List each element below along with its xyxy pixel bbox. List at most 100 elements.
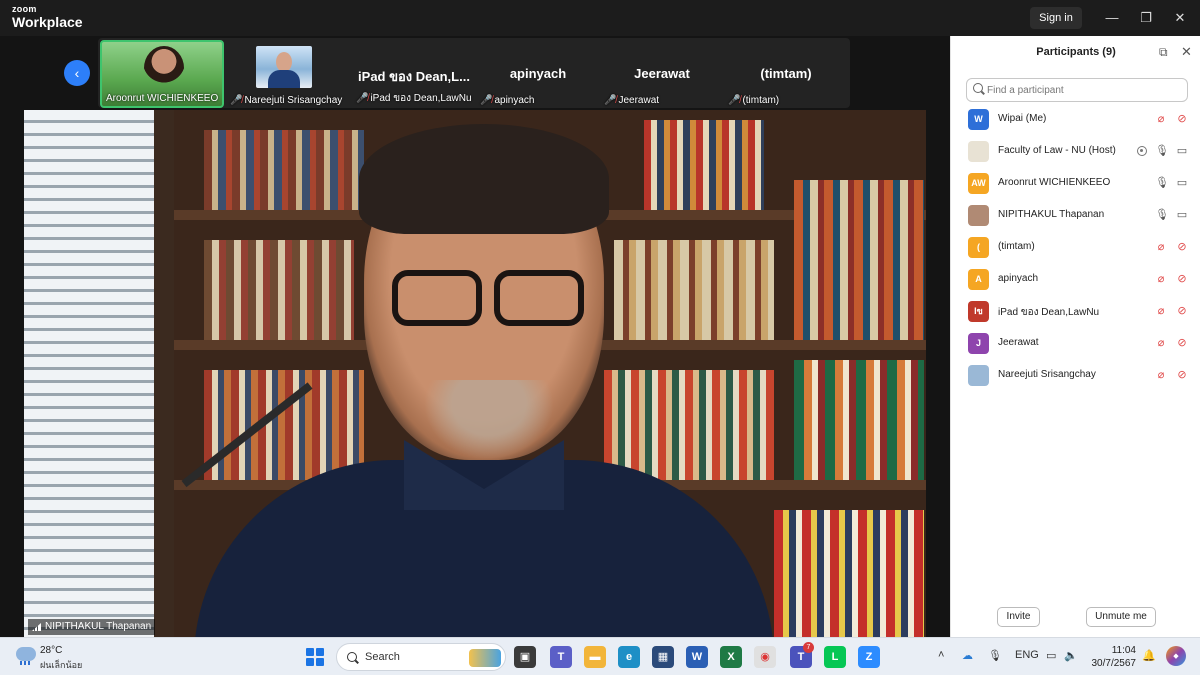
close-panel-icon[interactable]: ✕	[1181, 44, 1192, 60]
logo-big-text: Workplace	[12, 14, 83, 30]
signal-strength-icon	[32, 623, 41, 631]
mic-off-icon: 🎤̸	[356, 93, 369, 104]
participant-row[interactable]: J Jeerawat ⌀ ⊘	[951, 328, 1200, 360]
copilot-icon[interactable]: ◆	[1166, 646, 1186, 666]
weather-description[interactable]: ฝนเล็กน้อย	[40, 658, 82, 672]
participant-avatar: A	[968, 269, 989, 290]
edge-browser-icon[interactable]: e	[618, 646, 640, 668]
video-strip: Aroonrut WICHIENKEEO 🎤̸ Nareejuti Srisang…	[98, 38, 850, 108]
video-area: ‹ Aroonrut WICHIENKEEO 🎤̸ Nareejuti Srisa…	[0, 36, 950, 637]
tile-label: 🎤̸ (timtam)	[728, 95, 779, 106]
input-language[interactable]: ENG	[1015, 649, 1039, 661]
excel-icon[interactable]: X	[720, 646, 742, 668]
network-icon[interactable]: ▭	[1046, 649, 1056, 662]
zoom-app-icon[interactable]: Z	[858, 646, 880, 668]
file-explorer-icon[interactable]: ▬	[584, 646, 606, 668]
tile-label: Aroonrut WICHIENKEEO	[106, 93, 218, 104]
participant-row[interactable]: AW Aroonrut WICHIENKEEO 🎙 ▭	[951, 168, 1200, 200]
participant-row[interactable]: W Wipai (Me) ⌀ ⊘	[951, 104, 1200, 136]
pop-out-icon[interactable]: ⧉	[1159, 45, 1168, 60]
participant-row[interactable]: Nareejuti Srisangchay ⌀ ⊘	[951, 360, 1200, 392]
clock-time: 11:04	[1111, 645, 1136, 656]
chevron-left-icon: ‹	[74, 65, 80, 81]
mic-off-icon: 🎤̸	[604, 95, 617, 106]
video-tile[interactable]: iPad ของ Dean,L... 🎤̸ iPad ของ Dean,LawNu	[352, 40, 476, 108]
search-icon	[973, 83, 983, 93]
participant-status-icons: ⌀ ⊘	[1155, 112, 1189, 126]
participant-status-icons: ⌀ ⊘	[1155, 240, 1189, 254]
mic-off-icon: ⌀	[1157, 337, 1165, 349]
video-tile[interactable]: (timtam) 🎤̸ (timtam)	[724, 40, 848, 108]
taskbar-search-box[interactable]: Search	[336, 643, 506, 671]
mic-on-icon: 🎙	[1155, 177, 1169, 189]
onedrive-cloud-icon[interactable]: ☁	[962, 649, 973, 662]
camera-off-icon: ⊘	[1177, 337, 1187, 349]
video-tile[interactable]: 🎤̸ Nareejuti Srisangchay	[226, 40, 350, 108]
video-tile[interactable]: Jeerawat 🎤̸ Jeerawat	[600, 40, 724, 108]
participant-search-input[interactable]	[966, 78, 1188, 102]
close-window-button[interactable]: ✕	[1168, 6, 1192, 30]
tile-display-name: iPad ของ Dean,L...	[358, 69, 470, 84]
clock-date: 30/7/2567	[1091, 658, 1137, 669]
participant-row[interactable]: Iข iPad ของ Dean,LawNu ⌀ ⊘	[951, 296, 1200, 328]
sign-in-button[interactable]: Sign in	[1030, 7, 1082, 29]
tile-label: 🎤̸ apinyach	[480, 95, 534, 106]
tile-label: 🎤̸ Nareejuti Srisangchay	[230, 95, 342, 106]
rain-cloud-icon[interactable]	[16, 647, 36, 665]
maximize-button[interactable]: ❐	[1134, 6, 1158, 30]
participant-name: iPad ของ Dean,LawNu	[998, 307, 1100, 318]
mic-on-icon: 🎙	[1155, 209, 1169, 221]
logo-small-text: zoom	[12, 4, 37, 14]
video-tile[interactable]: Aroonrut WICHIENKEEO	[100, 40, 224, 108]
camera-off-icon: ⊘	[1177, 305, 1187, 317]
weather-temperature[interactable]: 28°C	[40, 645, 62, 656]
line-app-icon[interactable]: L	[824, 646, 846, 668]
windows-start-icon[interactable]	[306, 648, 324, 666]
teams-chat-icon[interactable]: T	[550, 646, 572, 668]
participant-row[interactable]: ((timtam) ⌀ ⊘	[951, 232, 1200, 264]
camera-on-icon: ▭	[1176, 209, 1188, 221]
unmute-me-button[interactable]: Unmute me	[1086, 607, 1156, 627]
taskbar-clock[interactable]: 11:04 30/7/2567	[1090, 644, 1137, 670]
show-hidden-icons-chevron-up-icon[interactable]: ˄	[938, 649, 944, 661]
participant-row[interactable]: NIPITHAKUL Thapanan 🎙 ▭	[951, 200, 1200, 232]
participant-status-icons: 🎙 ▭	[1155, 176, 1189, 190]
mic-off-icon: ⌀	[1157, 273, 1165, 285]
participant-avatar: J	[968, 333, 989, 354]
participant-avatar: Iข	[968, 301, 989, 322]
participant-avatar: (	[968, 237, 989, 258]
tile-name: apinyach	[494, 95, 535, 106]
participant-status-icons: ⌀ ⊘	[1155, 336, 1189, 350]
notification-bell-icon[interactable]: 🔔	[1142, 649, 1156, 662]
participant-row[interactable]: Aapinyach ⌀ ⊘	[951, 264, 1200, 296]
word-icon[interactable]: W	[686, 646, 708, 668]
mic-on-icon: 🎙	[1155, 145, 1169, 157]
microphone-icon[interactable]: 🎙	[988, 649, 1002, 662]
participant-video	[144, 46, 184, 90]
search-icon	[347, 652, 357, 662]
previous-page-button[interactable]: ‹	[64, 60, 90, 86]
tile-label: 🎤̸ Jeerawat	[604, 95, 659, 106]
taskbar-search-label: Search	[365, 651, 400, 663]
participant-name: Aroonrut WICHIENKEEO	[998, 177, 1111, 188]
mic-off-icon: ⌀	[1157, 113, 1165, 125]
mic-off-icon: ⌀	[1157, 369, 1165, 381]
task-view-icon[interactable]: ▣	[514, 646, 536, 668]
chrome-icon[interactable]: ◉	[754, 646, 776, 668]
invite-button[interactable]: Invite	[997, 607, 1040, 627]
tile-name: Jeerawat	[618, 95, 660, 106]
participant-name: Faculty of Law - NU (Host)	[998, 145, 1116, 156]
volume-icon[interactable]: 🔈	[1064, 649, 1078, 662]
video-tile[interactable]: apinyach 🎤̸ apinyach	[476, 40, 600, 108]
microsoft-store-icon[interactable]: ▦	[652, 646, 674, 668]
participant-row[interactable]: Faculty of Law - NU (Host) 🎙 ▭	[951, 136, 1200, 168]
panel-title: Participants (9)	[1036, 46, 1116, 58]
tile-name: iPad ของ Dean,LawNu	[370, 93, 472, 104]
active-speaker-video[interactable]: NIPITHAKUL Thapanan	[24, 110, 926, 637]
participant-status-icons: 🎙 ▭	[1155, 208, 1189, 222]
participant-avatar	[968, 205, 989, 226]
mic-off-icon: 🎤̸	[230, 95, 243, 106]
mic-off-icon: ⌀	[1157, 241, 1165, 253]
participant-name: NIPITHAKUL Thapanan	[998, 209, 1105, 220]
minimize-button[interactable]: —	[1100, 6, 1124, 30]
